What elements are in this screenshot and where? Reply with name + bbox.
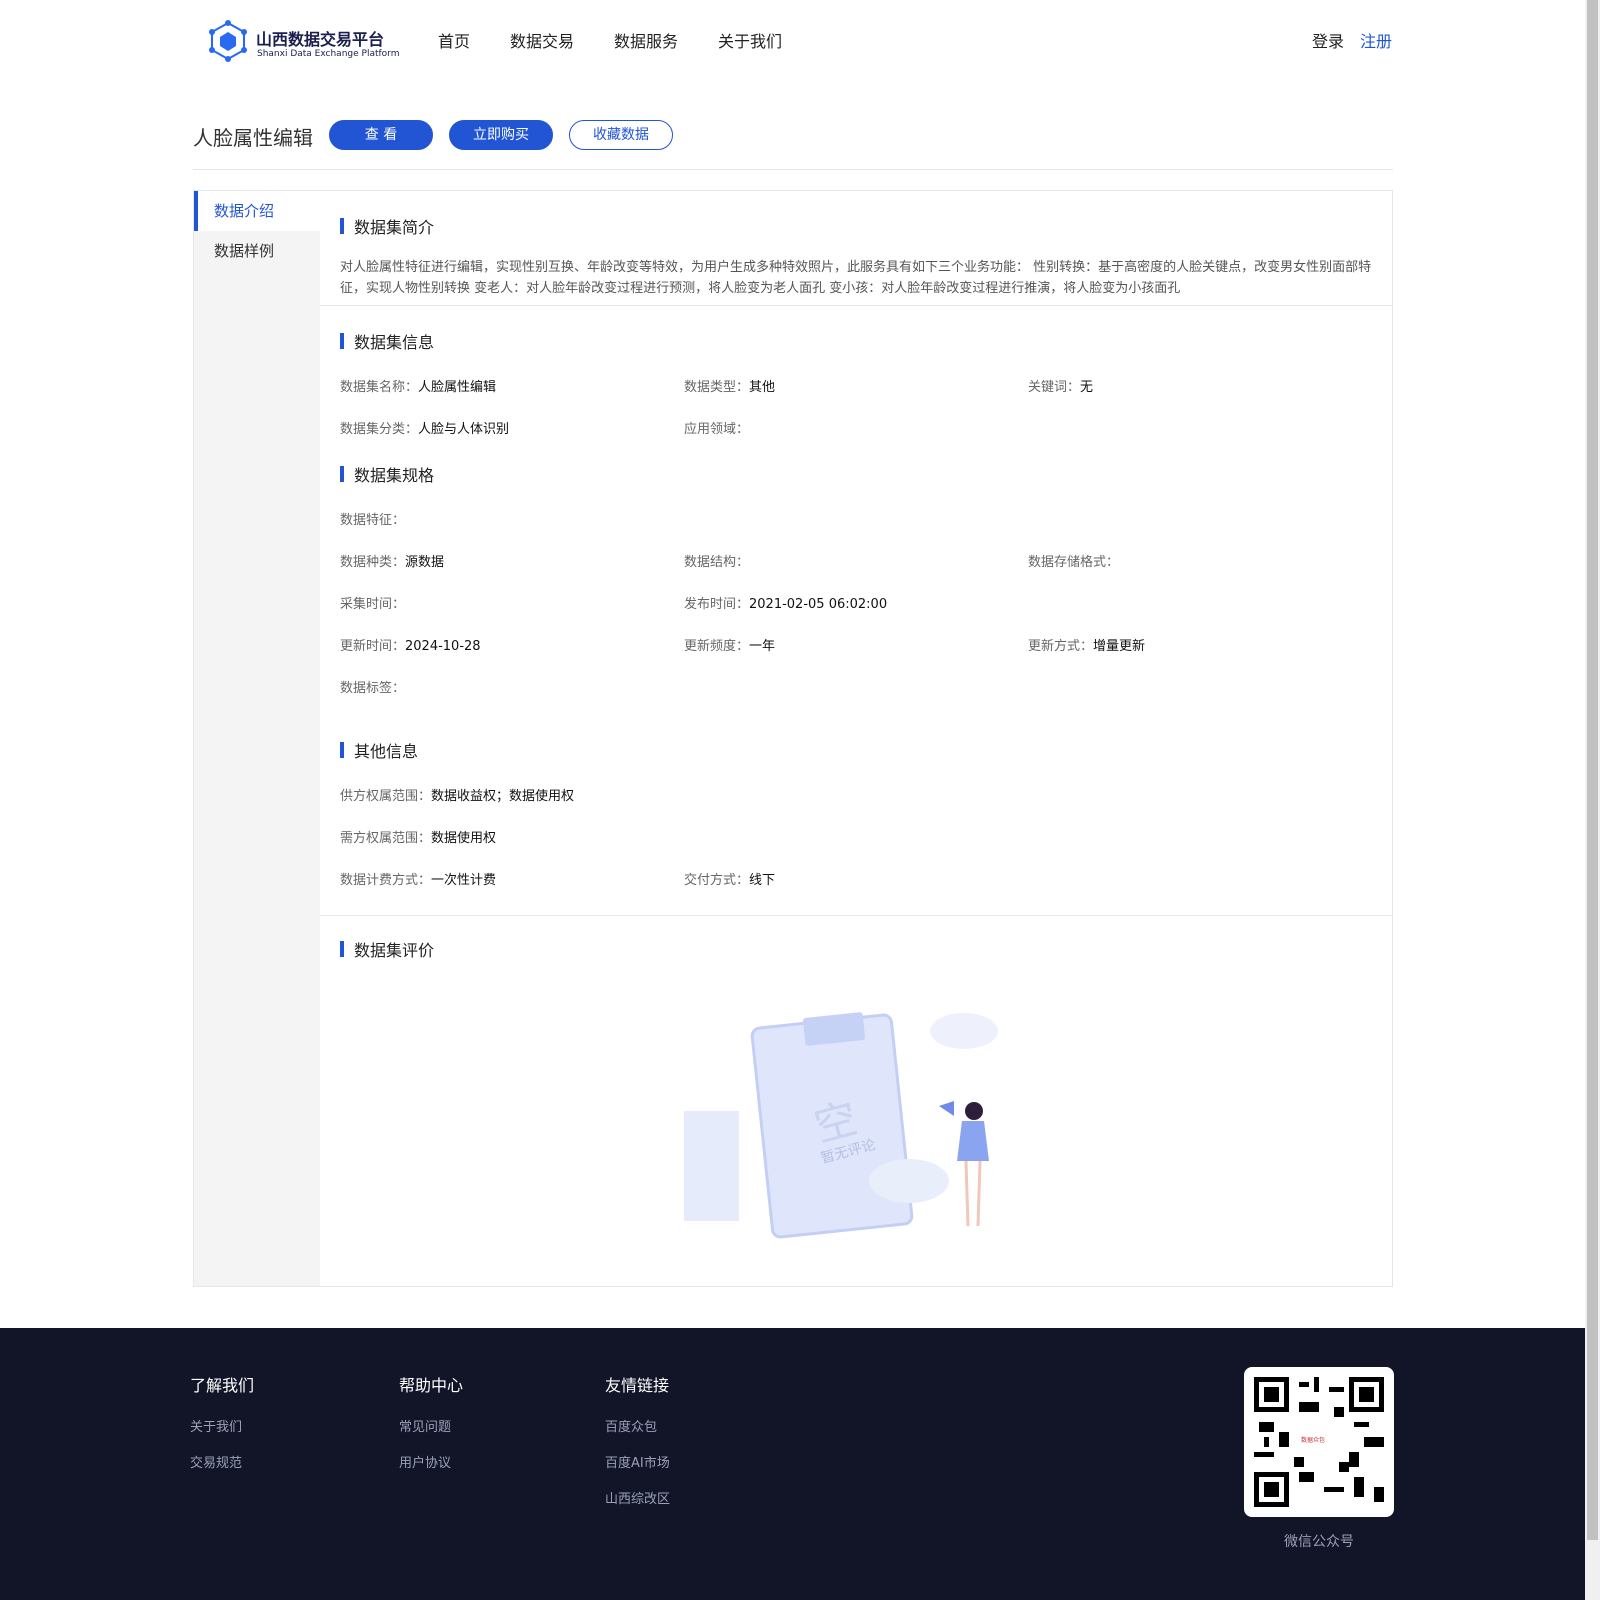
field-features: 数据特征： (340, 513, 406, 528)
divider (193, 169, 1393, 170)
footer-link-baidu-ai[interactable]: 百度AI市场 (605, 1452, 670, 1471)
wechat-qr-code: 数据众包 (1244, 1367, 1394, 1517)
field-keywords: 关键词：无 (1028, 380, 1094, 395)
footer-link-faq[interactable]: 常见问题 (399, 1416, 451, 1435)
nav-data-trade[interactable]: 数据交易 (510, 28, 574, 52)
favorite-button[interactable]: 收藏数据 (569, 120, 673, 150)
field-billing: 数据计费方式：一次性计费 (340, 873, 497, 888)
nav-about[interactable]: 关于我们 (718, 28, 782, 52)
section-other-heading: 其他信息 (340, 738, 418, 762)
field-publish-time: 发布时间：2021-02-05 06:02:00 (684, 597, 888, 612)
divider (320, 915, 1392, 916)
view-button[interactable]: 查 看 (329, 120, 433, 150)
field-update-method: 更新方式：增量更新 (1028, 639, 1146, 654)
field-application: 应用领域： (684, 422, 750, 437)
section-review-heading: 数据集评价 (340, 937, 434, 961)
field-supplier-rights: 供方权属范围：数据收益权；数据使用权 (340, 789, 575, 804)
logo-subtitle: Shanxi Data Exchange Platform (257, 49, 400, 59)
field-storage-format: 数据存储格式： (1028, 555, 1120, 570)
dataset-title: 人脸属性编辑 (193, 126, 313, 150)
section-spec-heading: 数据集规格 (340, 462, 434, 486)
footer-about-heading: 了解我们 (190, 1376, 255, 1395)
footer-link-rules[interactable]: 交易规范 (190, 1452, 242, 1471)
field-dataset-name: 数据集名称：人脸属性编辑 (340, 380, 497, 395)
vertical-scrollbar[interactable] (1585, 0, 1600, 1600)
logo-hexagon-icon (209, 20, 247, 62)
divider (320, 305, 1392, 306)
intro-description: 对人脸属性特征进行编辑，实现性别互换、年龄改变等特效，为用户生成多种特效照片，此… (340, 260, 1372, 296)
nav-home[interactable]: 首页 (438, 28, 470, 52)
field-category: 数据集分类：人脸与人体识别 (340, 422, 510, 437)
qr-label: 微信公众号 (1284, 1534, 1354, 1550)
login-link[interactable]: 登录 (1312, 28, 1344, 52)
site-footer: 了解我们 关于我们 交易规范 帮助中心 常见问题 用户协议 友情链接 百度众包 … (0, 1328, 1585, 1600)
sidebar-item-sample[interactable]: 数据样例 (194, 231, 320, 271)
sidebar-item-intro[interactable]: 数据介绍 (194, 191, 320, 231)
logo-title: 山西数据交易平台 (256, 30, 385, 49)
footer-link-shanxi[interactable]: 山西综改区 (605, 1488, 670, 1507)
footer-link-about[interactable]: 关于我们 (190, 1416, 242, 1435)
sidebar: 数据介绍 数据样例 (194, 191, 320, 1286)
buy-now-button[interactable]: 立即购买 (449, 120, 553, 150)
field-structure: 数据结构： (684, 555, 750, 570)
scrollbar-thumb[interactable] (1587, 0, 1598, 1540)
section-info-heading: 数据集信息 (340, 329, 434, 353)
section-intro-heading: 数据集简介 (340, 214, 434, 238)
footer-links-heading: 友情链接 (605, 1376, 670, 1395)
empty-review-illustration: 空 暂无评论 (684, 1001, 1024, 1251)
field-demander-rights: 需方权属范围：数据使用权 (340, 831, 497, 846)
field-data-type: 数据类型：其他 (684, 380, 776, 395)
register-link[interactable]: 注册 (1360, 28, 1392, 52)
field-update-time: 更新时间：2024-10-28 (340, 639, 481, 654)
nav-data-service[interactable]: 数据服务 (614, 28, 678, 52)
field-delivery: 交付方式：线下 (684, 873, 776, 888)
field-tags: 数据标签： (340, 681, 406, 696)
field-collect-time: 采集时间： (340, 597, 406, 612)
footer-link-agreement[interactable]: 用户协议 (399, 1452, 451, 1471)
dataset-detail-panel: 数据介绍 数据样例 数据集简介 对人脸属性特征进行编辑，实现性别互换、年龄改变等… (193, 190, 1393, 1287)
field-kind: 数据种类：源数据 (340, 555, 445, 570)
field-update-frequency: 更新频度：一年 (684, 639, 776, 654)
qr-logo-text: 数据众包 (1301, 1437, 1326, 1444)
footer-help-heading: 帮助中心 (399, 1376, 464, 1395)
footer-link-baidu-crowd[interactable]: 百度众包 (605, 1416, 657, 1435)
